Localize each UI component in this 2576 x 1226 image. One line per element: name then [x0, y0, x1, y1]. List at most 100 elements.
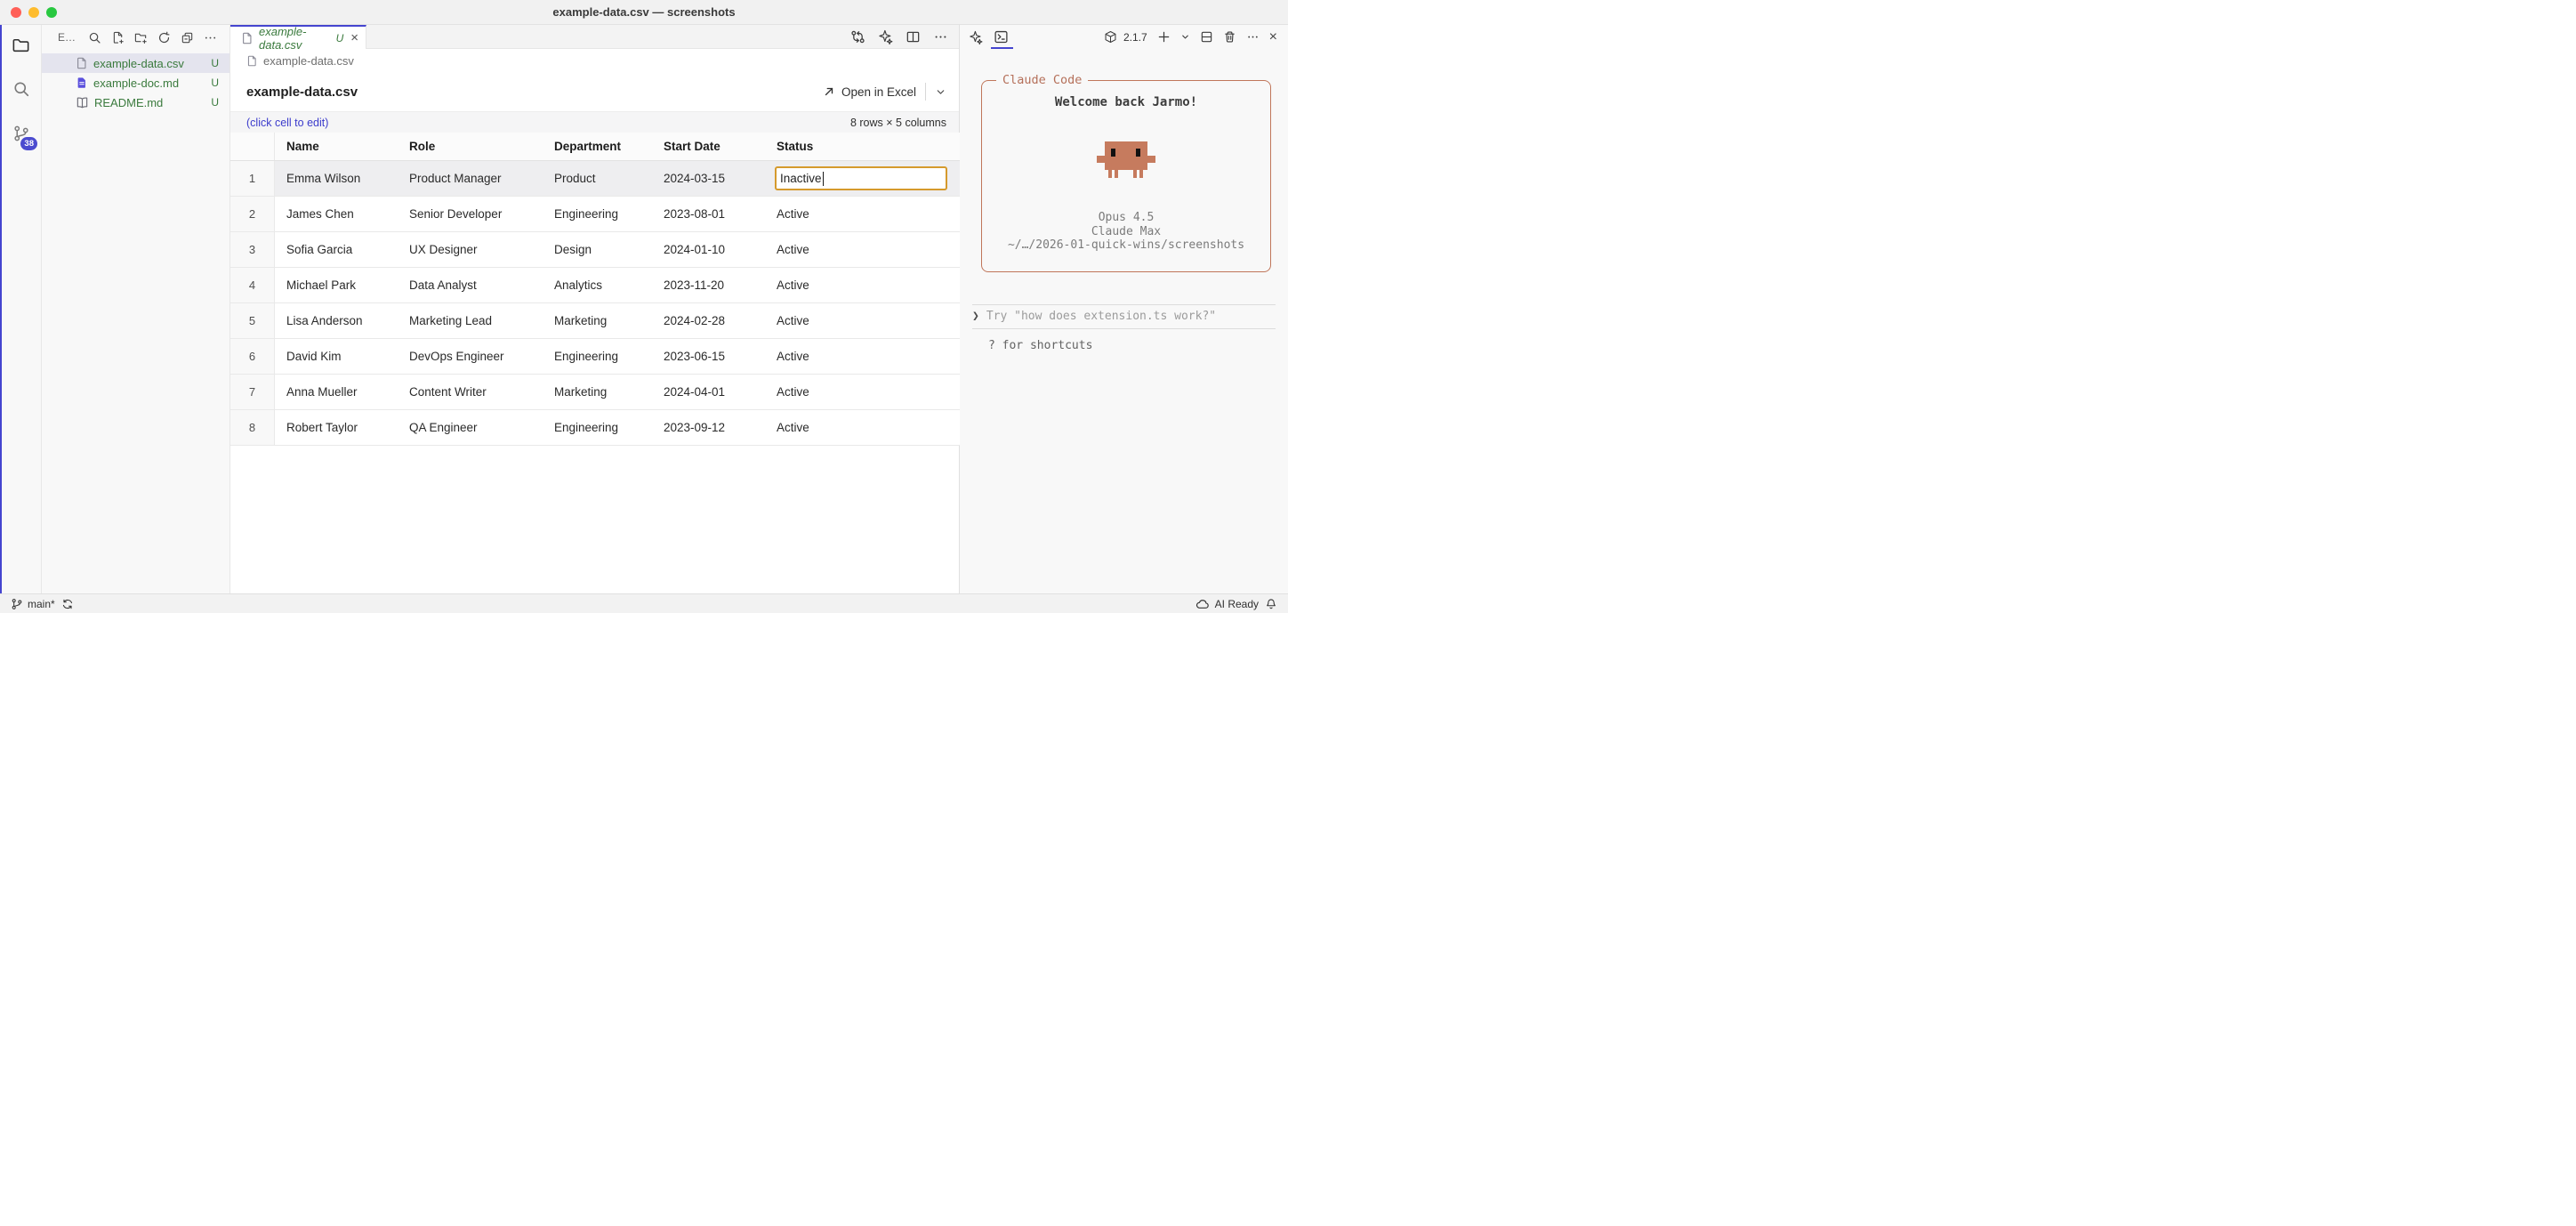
- close-window-button[interactable]: [11, 7, 21, 18]
- table-cell[interactable]: Content Writer: [398, 375, 543, 409]
- activity-search-item[interactable]: [0, 69, 42, 109]
- table-cell[interactable]: Active: [765, 410, 960, 445]
- breadcrumb-item[interactable]: example-data.csv: [263, 54, 354, 68]
- activity-source-control-item[interactable]: 38: [0, 114, 42, 153]
- table-cell[interactable]: 2024-03-15: [652, 161, 765, 196]
- explorer-header-label: E…: [58, 31, 76, 44]
- sparkle-icon[interactable]: [969, 30, 983, 44]
- table-cell[interactable]: DevOps Engineer: [398, 339, 543, 374]
- table-cell[interactable]: Senior Developer: [398, 197, 543, 231]
- search-icon[interactable]: [88, 31, 101, 44]
- table-cell[interactable]: Analytics: [543, 268, 652, 302]
- refresh-icon[interactable]: [157, 31, 171, 44]
- table-cell[interactable]: Michael Park: [275, 268, 398, 302]
- more-actions-icon[interactable]: [933, 29, 948, 44]
- row-number: 3: [230, 232, 275, 267]
- row-number: 4: [230, 268, 275, 302]
- table-cell[interactable]: Anna Mueller: [275, 375, 398, 409]
- csv-info-bar: (click cell to edit) 8 rows × 5 columns: [230, 111, 959, 133]
- panel-toolbar: 2.1.7 ×: [960, 25, 1288, 49]
- table-cell[interactable]: 2023-11-20: [652, 268, 765, 302]
- sparkle-icon[interactable]: [878, 29, 893, 44]
- plus-icon[interactable]: [1157, 30, 1171, 44]
- table-cell[interactable]: Emma Wilson: [275, 161, 398, 196]
- activity-explorer-item[interactable]: [0, 25, 42, 64]
- table-cell[interactable]: Active: [765, 303, 960, 338]
- sync-icon[interactable]: [61, 598, 74, 610]
- file-name: example-doc.md: [93, 77, 179, 90]
- file-row-example-data-csv[interactable]: example-data.csv U: [42, 53, 229, 73]
- table-cell[interactable]: Engineering: [543, 339, 652, 374]
- file-row-readme-md[interactable]: README.md U: [42, 93, 229, 112]
- close-panel-icon[interactable]: ×: [1269, 30, 1277, 44]
- bell-icon[interactable]: [1265, 598, 1277, 610]
- editor-group: example-data.csv U × example-data.csv ex…: [230, 25, 960, 593]
- table-cell[interactable]: Robert Taylor: [275, 410, 398, 445]
- table-cell[interactable]: Product Manager: [398, 161, 543, 196]
- claude-terminal-tab[interactable]: [994, 25, 1009, 49]
- readme-book-icon: [76, 96, 89, 109]
- cell-edit-input[interactable]: Inactive: [775, 166, 947, 190]
- new-file-icon[interactable]: [111, 31, 125, 44]
- open-options-dropdown[interactable]: [935, 86, 946, 98]
- more-actions-icon[interactable]: [204, 31, 217, 44]
- table-cell[interactable]: Active: [765, 375, 960, 409]
- ai-status-item[interactable]: AI Ready: [1195, 597, 1259, 611]
- tab-strip: example-data.csv U ×: [230, 25, 959, 49]
- tab-example-data-csv[interactable]: example-data.csv U ×: [230, 25, 366, 49]
- table-cell[interactable]: 2024-01-10: [652, 232, 765, 267]
- table-cell[interactable]: UX Designer: [398, 232, 543, 267]
- divider: [925, 83, 926, 101]
- cloud-icon: [1195, 597, 1210, 611]
- file-row-example-doc-md[interactable]: example-doc.md U: [42, 73, 229, 93]
- breadcrumb[interactable]: example-data.csv: [230, 49, 959, 72]
- table-cell[interactable]: Lisa Anderson: [275, 303, 398, 338]
- prompt-input[interactable]: ❯ Try "how does extension.ts work?": [972, 310, 1216, 323]
- table-cell[interactable]: James Chen: [275, 197, 398, 231]
- table-cell[interactable]: David Kim: [275, 339, 398, 374]
- table-cell[interactable]: 2023-08-01: [652, 197, 765, 231]
- split-editor-icon[interactable]: [906, 29, 921, 44]
- edit-hint-link[interactable]: (click cell to edit): [246, 117, 328, 129]
- trash-icon[interactable]: [1223, 30, 1236, 44]
- table-cell[interactable]: Design: [543, 232, 652, 267]
- table-cell[interactable]: Marketing: [543, 303, 652, 338]
- split-panel-icon[interactable]: [1200, 30, 1213, 44]
- more-actions-icon[interactable]: [1246, 30, 1260, 44]
- prompt-symbol: ❯: [972, 310, 979, 323]
- table-cell[interactable]: Active: [765, 339, 960, 374]
- table-cell[interactable]: Sofia Garcia: [275, 232, 398, 267]
- collapse-all-icon[interactable]: [181, 31, 194, 44]
- column-header: Role: [398, 133, 543, 160]
- open-in-excel-button[interactable]: Open in Excel: [823, 85, 916, 99]
- close-tab-icon[interactable]: ×: [350, 31, 358, 44]
- table-cell[interactable]: Active: [765, 197, 960, 231]
- table-cell[interactable]: Data Analyst: [398, 268, 543, 302]
- table-cell[interactable]: QA Engineer: [398, 410, 543, 445]
- traffic-lights: [11, 7, 57, 18]
- table-cell[interactable]: Engineering: [543, 410, 652, 445]
- table-cell[interactable]: Engineering: [543, 197, 652, 231]
- new-folder-icon[interactable]: [134, 31, 148, 44]
- table-cell[interactable]: Active: [765, 232, 960, 267]
- table-cell[interactable]: 2024-04-01: [652, 375, 765, 409]
- git-branch-item[interactable]: main*: [11, 598, 55, 610]
- table-cell[interactable]: 2024-02-28: [652, 303, 765, 338]
- title-bar: example-data.csv — screenshots: [0, 0, 1288, 25]
- claude-mascot-logo: [1097, 141, 1155, 179]
- tab-label: example-data.csv: [259, 25, 331, 52]
- table-cell[interactable]: Inactive: [765, 161, 960, 196]
- branch-name: main*: [28, 598, 55, 610]
- table-cell[interactable]: Product: [543, 161, 652, 196]
- file-name: README.md: [94, 96, 163, 109]
- table-cell[interactable]: Marketing: [543, 375, 652, 409]
- compare-changes-icon[interactable]: [850, 29, 865, 44]
- table-cell[interactable]: Marketing Lead: [398, 303, 543, 338]
- table-row: 5Lisa AndersonMarketing LeadMarketing202…: [230, 303, 960, 339]
- zoom-window-button[interactable]: [46, 7, 57, 18]
- chevron-down-icon[interactable]: [1180, 32, 1190, 42]
- minimize-window-button[interactable]: [28, 7, 39, 18]
- table-cell[interactable]: Active: [765, 268, 960, 302]
- table-cell[interactable]: 2023-09-12: [652, 410, 765, 445]
- table-cell[interactable]: 2023-06-15: [652, 339, 765, 374]
